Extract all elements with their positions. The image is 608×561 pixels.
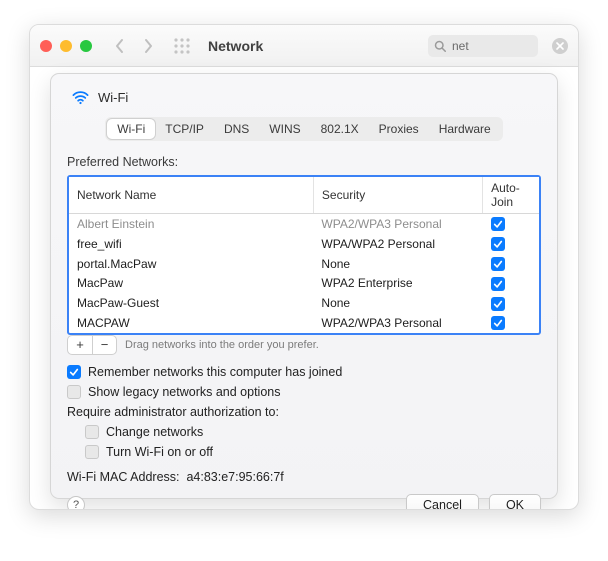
mac-address-value: a4:83:e7:95:66:7f (186, 470, 283, 484)
table-row[interactable]: portal.MacPawNone (69, 254, 539, 274)
table-row[interactable]: free_wifiWPA/WPA2 Personal (69, 234, 539, 254)
tab-wins[interactable]: WINS (259, 119, 310, 139)
auto-join-checkbox[interactable] (491, 257, 505, 271)
cell-network-name: MacPaw (69, 273, 313, 293)
titlebar: Network (30, 25, 578, 67)
table-header-row: Network Name Security Auto-Join (69, 177, 539, 214)
mac-address-label: Wi-Fi MAC Address: (67, 470, 180, 484)
col-auto-join[interactable]: Auto-Join (483, 177, 539, 214)
panel-title: Wi-Fi (98, 90, 128, 105)
tab-802-1x[interactable]: 802.1X (311, 119, 369, 139)
toggle-wifi-checkbox[interactable]: Turn Wi-Fi on or off (85, 445, 541, 459)
tab-dns[interactable]: DNS (214, 119, 259, 139)
table-row[interactable]: MACPAWWPA2/WPA3 Personal (69, 313, 539, 333)
table-row[interactable]: MacPawWPA2 Enterprise (69, 273, 539, 293)
tab-hardware[interactable]: Hardware (429, 119, 501, 139)
add-network-button[interactable]: + (68, 336, 92, 354)
col-security[interactable]: Security (313, 177, 482, 214)
cell-security: WPA/WPA2 Personal (313, 234, 482, 254)
ok-button[interactable]: OK (489, 494, 541, 510)
tabbar: Wi-FiTCP/IPDNSWINS802.1XProxiesHardware (67, 117, 541, 141)
help-button[interactable]: ? (67, 496, 85, 510)
panel-footer: ? Cancel OK (67, 484, 541, 510)
window-controls (40, 40, 92, 52)
preferences-window: Network Wi-Fi (29, 24, 579, 510)
cell-security: None (313, 293, 482, 313)
minimize-window-button[interactable] (60, 40, 72, 52)
sheet-area: Wi-Fi Wi-FiTCP/IPDNSWINS802.1XProxiesHar… (30, 67, 578, 509)
cell-network-name: portal.MacPaw (69, 254, 313, 274)
table-row[interactable]: Albert EinsteinWPA2/WPA3 Personal (69, 214, 539, 234)
col-network-name[interactable]: Network Name (69, 177, 313, 214)
cell-network-name: MACPAW (69, 313, 313, 333)
show-all-button[interactable] (170, 34, 194, 58)
table-row[interactable]: MacPaw-GuestNone (69, 293, 539, 313)
cell-security: WPA2/WPA3 Personal (313, 313, 482, 333)
table-footer: + − Drag networks into the order you pre… (67, 335, 541, 355)
mac-address-row: Wi-Fi MAC Address: a4:83:e7:95:66:7f (67, 470, 541, 484)
require-auth-label: Require administrator authorization to: (67, 405, 541, 419)
tab-proxies[interactable]: Proxies (369, 119, 429, 139)
tab-tcp-ip[interactable]: TCP/IP (155, 119, 214, 139)
auto-join-checkbox[interactable] (491, 277, 505, 291)
auto-join-checkbox[interactable] (491, 217, 505, 231)
search-icon (434, 40, 446, 52)
add-remove-group: + − (67, 335, 117, 355)
forward-button[interactable] (136, 34, 160, 58)
close-window-button[interactable] (40, 40, 52, 52)
panel-header: Wi-Fi (67, 88, 541, 107)
change-networks-checkbox[interactable]: Change networks (85, 425, 541, 439)
cancel-button[interactable]: Cancel (406, 494, 479, 510)
show-legacy-checkbox[interactable]: Show legacy networks and options (67, 385, 541, 399)
tab-wi-fi[interactable]: Wi-Fi (107, 119, 155, 139)
preferred-networks-table[interactable]: Network Name Security Auto-Join Albert E… (67, 175, 541, 335)
zoom-window-button[interactable] (80, 40, 92, 52)
change-networks-label: Change networks (106, 425, 203, 439)
search-input[interactable] (450, 38, 520, 54)
show-legacy-label: Show legacy networks and options (88, 385, 280, 399)
cell-network-name: free_wifi (69, 234, 313, 254)
cell-network-name: MacPaw-Guest (69, 293, 313, 313)
remember-networks-label: Remember networks this computer has join… (88, 365, 342, 379)
remember-networks-checkbox[interactable]: Remember networks this computer has join… (67, 365, 541, 379)
wifi-advanced-panel: Wi-Fi Wi-FiTCP/IPDNSWINS802.1XProxiesHar… (50, 73, 558, 499)
remove-network-button[interactable]: − (92, 336, 116, 354)
toggle-wifi-label: Turn Wi-Fi on or off (106, 445, 213, 459)
preferred-networks-label: Preferred Networks: (67, 155, 541, 169)
back-button[interactable] (108, 34, 132, 58)
drag-hint: Drag networks into the order you prefer. (125, 339, 319, 351)
auto-join-checkbox[interactable] (491, 237, 505, 251)
clear-search-button[interactable] (552, 38, 568, 54)
cell-network-name: Albert Einstein (69, 214, 313, 234)
cell-security: None (313, 254, 482, 274)
search-field[interactable] (428, 35, 538, 57)
nav-buttons (108, 34, 160, 58)
auto-join-checkbox[interactable] (491, 316, 505, 330)
auto-join-checkbox[interactable] (491, 297, 505, 311)
wifi-icon (71, 88, 90, 107)
cell-security: WPA2/WPA3 Personal (313, 214, 482, 234)
cell-security: WPA2 Enterprise (313, 273, 482, 293)
options-block: Remember networks this computer has join… (67, 365, 541, 484)
window-title: Network (208, 38, 263, 54)
